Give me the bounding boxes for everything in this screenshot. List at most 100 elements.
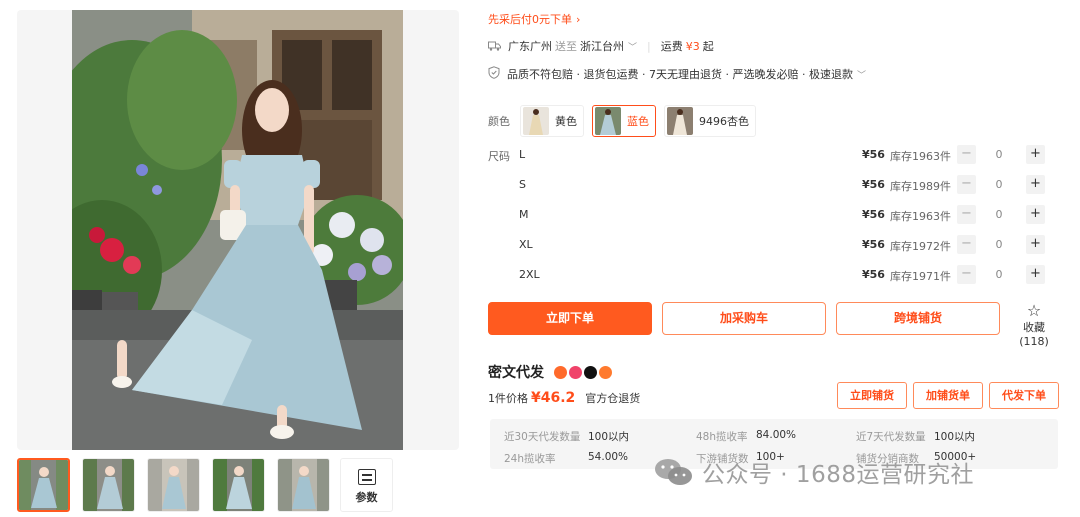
params-icon: [357, 469, 376, 485]
stat-key: 24h揽收率: [504, 453, 556, 465]
watermark: 公众号 · 1688运营研究社: [654, 455, 974, 489]
bnpl-label: 先采后付0元下单: [488, 13, 572, 26]
chevron-right-icon: ›: [576, 13, 581, 26]
size-stock: 库存1971件: [890, 270, 951, 283]
qty-plus-button[interactable]: +: [1026, 145, 1045, 164]
color-selector: 颜色 黄色 蓝色 9496杏色: [488, 104, 764, 138]
watermark-text: 公众号 · 1688运营研究社: [702, 462, 974, 488]
platform-xiaohongshu-icon: [569, 365, 582, 379]
size-price: ¥56: [862, 208, 885, 221]
buy-now-pay-later-link[interactable]: 先采后付0元下单 ›: [488, 11, 580, 27]
color-option-apricot[interactable]: 9496杏色: [664, 105, 756, 137]
chevron-down-icon: ﹀: [856, 70, 866, 81]
qty-plus-button[interactable]: +: [1026, 265, 1045, 284]
qty-minus-button[interactable]: −: [957, 145, 976, 164]
warehouse-note: 官方仓退货: [585, 392, 641, 405]
color-option-label: 黄色: [555, 115, 577, 128]
qty-input[interactable]: 0: [984, 208, 1014, 221]
thumbnail-1[interactable]: [17, 458, 70, 512]
fee-label: 运费: [660, 40, 683, 53]
color-swatch: [523, 107, 549, 135]
size-price: ¥56: [862, 268, 885, 281]
size-price: ¥56: [862, 238, 885, 251]
stat-item: 近30天代发数量 100以内: [504, 429, 629, 444]
stat-value: 100以内: [934, 431, 976, 443]
color-option-yellow[interactable]: 黄色: [520, 105, 584, 137]
stat-value: 100以内: [588, 431, 630, 443]
product-photo: [72, 10, 403, 450]
ship-to-select[interactable]: 浙江台州 ﹀: [580, 38, 637, 54]
stat-key: 近7天代发数量: [856, 431, 926, 443]
seller-name: 密文代发: [488, 365, 544, 381]
color-option-blue[interactable]: 蓝色: [592, 105, 656, 137]
favorite-count: (118): [1019, 335, 1049, 348]
size-row: 2XL ¥56 库存1971件 − 0 +: [488, 260, 1058, 290]
qty-plus-button[interactable]: +: [1026, 235, 1045, 254]
qty-minus-button[interactable]: −: [957, 205, 976, 224]
color-swatch: [667, 107, 693, 135]
stat-value: 54.00%: [588, 451, 629, 463]
platform-douyin-icon: [584, 365, 597, 379]
size-price: ¥56: [862, 178, 885, 191]
ship-to-word: 送至: [555, 40, 577, 53]
stat-key: 近30天代发数量: [504, 431, 581, 443]
size-stock: 库存1963件: [890, 210, 951, 223]
size-name: XL: [519, 238, 533, 251]
size-name: 2XL: [519, 268, 540, 281]
color-option-label: 蓝色: [627, 115, 649, 128]
stat-item: 24h揽收率 54.00%: [504, 451, 628, 466]
size-stock: 库存1963件: [890, 150, 951, 163]
add-to-cart-button[interactable]: 加采购车: [662, 302, 826, 335]
qty-minus-button[interactable]: −: [957, 175, 976, 194]
seller-header: 密文代发: [488, 362, 614, 382]
size-label: 尺码: [488, 150, 510, 163]
qty-input[interactable]: 0: [984, 178, 1014, 191]
order-now-button[interactable]: 立即下单: [488, 302, 652, 335]
stat-value: 84.00%: [756, 429, 797, 441]
dropship-price: ¥46.2: [531, 390, 576, 406]
qty-minus-button[interactable]: −: [957, 265, 976, 284]
stat-item: 近7天代发数量 100以内: [856, 429, 975, 444]
star-icon: ☆: [1026, 301, 1042, 320]
action-buttons: 立即下单 加采购车 跨境铺货 ☆ 收藏 (118): [488, 302, 1068, 348]
qty-input[interactable]: 0: [984, 238, 1014, 251]
thumbnail-5[interactable]: [277, 458, 330, 512]
size-row: S ¥56 库存1989件 − 0 +: [488, 170, 1058, 200]
platform-kuaishou-icon: [599, 365, 612, 379]
qty-plus-button[interactable]: +: [1026, 205, 1045, 224]
thumbnail-4[interactable]: [212, 458, 265, 512]
cross-border-list-button[interactable]: 跨境铺货: [836, 302, 1000, 335]
size-row: 尺码 L ¥56 库存1963件 − 0 +: [488, 140, 1058, 170]
qty-input[interactable]: 0: [984, 148, 1014, 161]
thumbnail-2[interactable]: [82, 458, 135, 512]
favorite-label: 收藏: [1023, 321, 1045, 334]
fee-value: ¥3: [685, 39, 700, 53]
dropship-order-button[interactable]: 代发下单: [989, 382, 1059, 409]
wechat-icon: [654, 457, 694, 487]
truck-icon: [488, 41, 501, 51]
stat-item: 48h揽收率 84.00%: [696, 429, 796, 444]
size-row: XL ¥56 库存1972件 − 0 +: [488, 230, 1058, 260]
qty-minus-button[interactable]: −: [957, 235, 976, 254]
ship-to: 浙江台州: [580, 40, 624, 53]
list-now-button[interactable]: 立即铺货: [837, 382, 907, 409]
dropship-price-line: 1件价格 ¥46.2 官方仓退货: [488, 390, 640, 406]
add-list-button[interactable]: 加铺货单: [913, 382, 983, 409]
color-swatch: [595, 107, 621, 135]
size-name: S: [519, 178, 526, 191]
guarantee-row[interactable]: 品质不符包赔 · 退货包运费 · 7天无理由退货 · 严选晚发必赔 · 极速退款…: [488, 66, 866, 82]
size-name: M: [519, 208, 529, 221]
divider: |: [647, 39, 651, 53]
favorite-button[interactable]: ☆ 收藏 (118): [1008, 302, 1060, 348]
guarantee-text: 品质不符包赔 · 退货包运费 · 7天无理由退货 · 严选晚发必赔 · 极速退款: [507, 68, 853, 81]
chevron-down-icon: ﹀: [628, 43, 638, 53]
product-info-panel: 先采后付0元下单 › 广东广州 送至 浙江台州 ﹀ | 运费 ¥3 起 品质不符包赔…: [488, 0, 1068, 517]
thumbnail-3[interactable]: [147, 458, 200, 512]
params-button[interactable]: 参数: [340, 458, 393, 512]
qty-plus-button[interactable]: +: [1026, 175, 1045, 194]
size-table: 尺码 L ¥56 库存1963件 − 0 + S ¥56 库存1989件 − 0…: [488, 140, 1058, 290]
shipping-row: 广东广州 送至 浙江台州 ﹀ | 运费 ¥3 起: [488, 38, 714, 54]
qty-input[interactable]: 0: [984, 268, 1014, 281]
shield-icon: [488, 66, 500, 82]
main-product-image[interactable]: [17, 10, 459, 450]
